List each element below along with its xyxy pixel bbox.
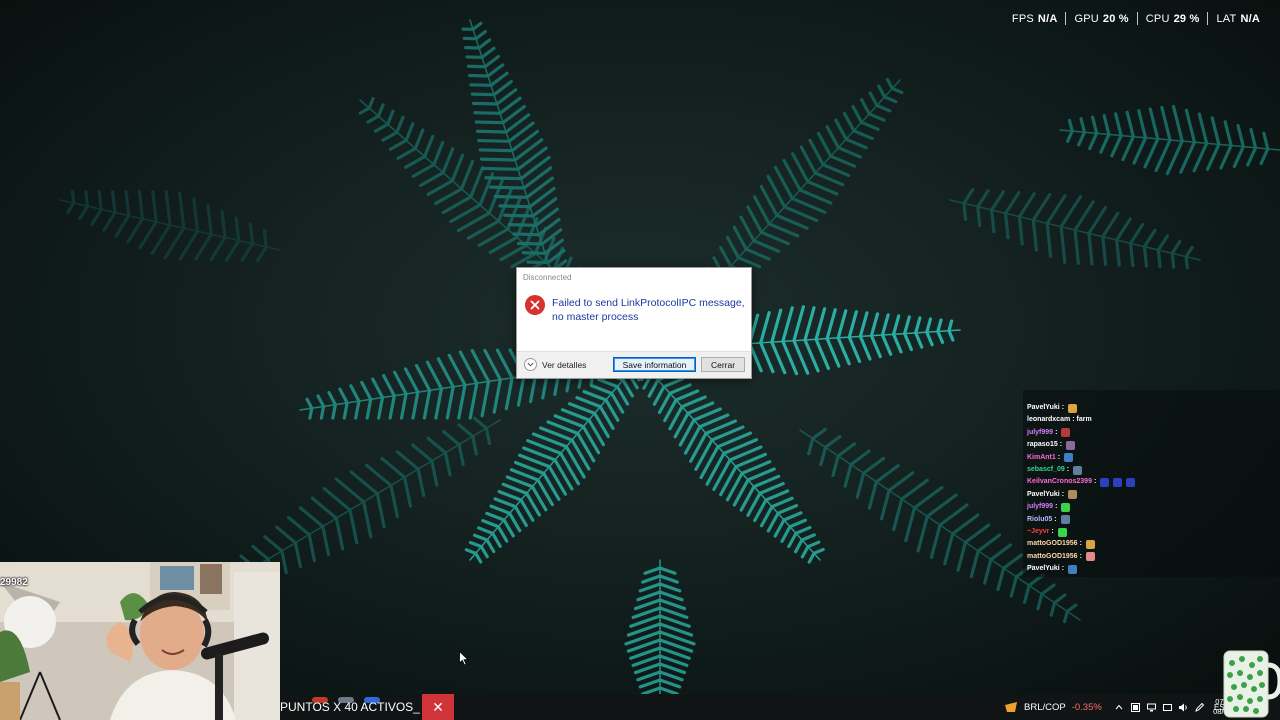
chat-emote-icon bbox=[1126, 477, 1136, 487]
error-dialog: Disconnected Failed to send LinkProtocol… bbox=[516, 267, 752, 379]
ticker-pair: BRL/COP bbox=[1024, 701, 1066, 713]
chat-emote-icon bbox=[1085, 552, 1095, 562]
chat-separator: : bbox=[1093, 478, 1097, 486]
chat-username: KeilvanCronos2399 bbox=[1027, 478, 1092, 486]
chat-separator: : bbox=[1079, 552, 1082, 560]
chat-username: PavelYuki bbox=[1027, 404, 1060, 411]
chat-username: leonardxcam bbox=[1027, 416, 1071, 424]
chat-message: PavelYuki : bbox=[1027, 563, 1078, 575]
chat-emote-icon bbox=[1064, 453, 1074, 463]
volume-icon[interactable] bbox=[1178, 702, 1188, 712]
chat-message: julyf999 : bbox=[1027, 501, 1071, 513]
chat-emote-icon bbox=[1068, 403, 1078, 413]
chat-separator: : bbox=[1055, 503, 1058, 511]
chevron-up-icon[interactable] bbox=[1114, 702, 1124, 712]
show-details-toggle[interactable]: Ver detalles bbox=[524, 358, 586, 371]
chat-message: ~Jeyvr : bbox=[1027, 526, 1067, 538]
network-icon[interactable] bbox=[1146, 702, 1156, 712]
exchange-icon bbox=[1005, 702, 1017, 712]
chat-emote-icon bbox=[1068, 564, 1078, 574]
chat-separator: : bbox=[1066, 466, 1070, 473]
chat-emote-icon bbox=[1060, 515, 1070, 525]
chat-message: leonardxcam : farm bbox=[1027, 414, 1092, 426]
chat-separator: : bbox=[1051, 528, 1054, 535]
chat-message: KimAnt1 : bbox=[1027, 452, 1074, 464]
chat-separator: : bbox=[1079, 540, 1082, 548]
gpu-stat: GPU 20 % bbox=[1074, 12, 1129, 25]
chat-username: rapaso15 bbox=[1027, 441, 1058, 449]
mug-overlay-image bbox=[1218, 647, 1280, 720]
chat-username: julyf999 bbox=[1027, 503, 1054, 511]
currency-ticker[interactable]: BRL/COP -0.35% bbox=[1004, 694, 1102, 720]
webcam-feed bbox=[0, 562, 280, 720]
chat-separator: : bbox=[1059, 441, 1063, 449]
chat-username: PavelYuki bbox=[1027, 490, 1060, 498]
chat-emote-icon bbox=[1061, 428, 1071, 438]
save-information-button[interactable]: Save information bbox=[613, 357, 696, 372]
error-icon bbox=[525, 295, 545, 315]
dialog-title: Disconnected bbox=[523, 273, 572, 282]
chat-message: sebascf_09 : bbox=[1027, 464, 1083, 476]
close-button[interactable]: Cerrar bbox=[701, 357, 745, 372]
chat-separator: : bbox=[1054, 515, 1057, 523]
chat-message: PavelYuki : bbox=[1027, 489, 1078, 501]
chat-emote-icon bbox=[1113, 477, 1123, 487]
chat-message: PavelYuki : bbox=[1027, 402, 1078, 414]
mouse-pointer-icon bbox=[459, 650, 469, 666]
chat-text: farm bbox=[1076, 416, 1092, 424]
chat-username: sebascf_09 bbox=[1027, 466, 1065, 473]
chat-username: julyf999 bbox=[1027, 428, 1054, 436]
chat-username: mattoGOD1956 bbox=[1027, 552, 1078, 560]
display-icon[interactable] bbox=[1162, 702, 1172, 712]
chat-emote-icon bbox=[1073, 465, 1083, 475]
chat-message: mattoGOD1956 : bbox=[1027, 538, 1095, 550]
chat-username: Riolu05 bbox=[1027, 515, 1053, 523]
chat-message: julyf999 : bbox=[1027, 427, 1071, 439]
chevron-down-icon bbox=[524, 358, 537, 371]
window-icon[interactable] bbox=[1130, 702, 1140, 712]
stream-chat-overlay: PavelYuki : leonardxcam : farm julyf999 :r… bbox=[1023, 390, 1280, 577]
chat-username: mattoGOD1956 bbox=[1027, 540, 1078, 548]
chat-emote-icon bbox=[1100, 477, 1110, 487]
chat-separator: : bbox=[1061, 404, 1065, 411]
fps-stat: FPS N/A bbox=[1011, 12, 1058, 25]
ticker-change: -0.35% bbox=[1071, 701, 1102, 713]
error-message: Failed to send LinkProtocolIPC message, … bbox=[552, 297, 745, 323]
details-label: Ver detalles bbox=[542, 359, 587, 370]
chat-emote-icon bbox=[1068, 490, 1078, 500]
performance-overlay: FPS N/A GPU 20 % CPU 29 % LAT N/A bbox=[1004, 12, 1268, 25]
close-icon: ✕ bbox=[432, 698, 444, 715]
chat-username: ~Jeyvr bbox=[1027, 528, 1050, 535]
points-counter: 29982 bbox=[0, 577, 28, 588]
chat-emote-icon bbox=[1057, 527, 1067, 537]
chat-separator: : bbox=[1057, 453, 1061, 461]
cpu-stat: CPU 29 % bbox=[1145, 12, 1200, 25]
chat-message: mattoGOD1956 : bbox=[1027, 551, 1095, 563]
error-app-taskbar-button[interactable]: ✕ bbox=[422, 694, 454, 720]
chat-message: KeilvanCronos2399 : bbox=[1027, 476, 1136, 488]
chat-separator: : bbox=[1061, 565, 1065, 573]
chat-message: rapaso15 : bbox=[1027, 439, 1076, 451]
dialog-footer: Ver detalles Save information Cerrar bbox=[517, 351, 751, 378]
chat-separator: : bbox=[1061, 490, 1065, 498]
chat-username: PavelYuki bbox=[1027, 565, 1060, 573]
chat-separator: : bbox=[1072, 416, 1075, 424]
chat-emote-icon bbox=[1061, 502, 1071, 512]
chat-message: Riolu05 : bbox=[1027, 514, 1070, 526]
chat-username: KimAnt1 bbox=[1027, 453, 1056, 461]
stream-marquee-text: PUNTOS X 40 ACTIVOS_ bbox=[280, 700, 420, 714]
chat-emote-icon bbox=[1085, 539, 1095, 549]
chat-separator: : bbox=[1055, 428, 1058, 436]
chat-emote-icon bbox=[1066, 440, 1076, 450]
taskbar: PUNTOS X 40 ACTIVOS_ ✕ BRL/COP -0.35% ES… bbox=[280, 694, 1280, 720]
latency-stat: LAT N/A bbox=[1216, 12, 1260, 25]
